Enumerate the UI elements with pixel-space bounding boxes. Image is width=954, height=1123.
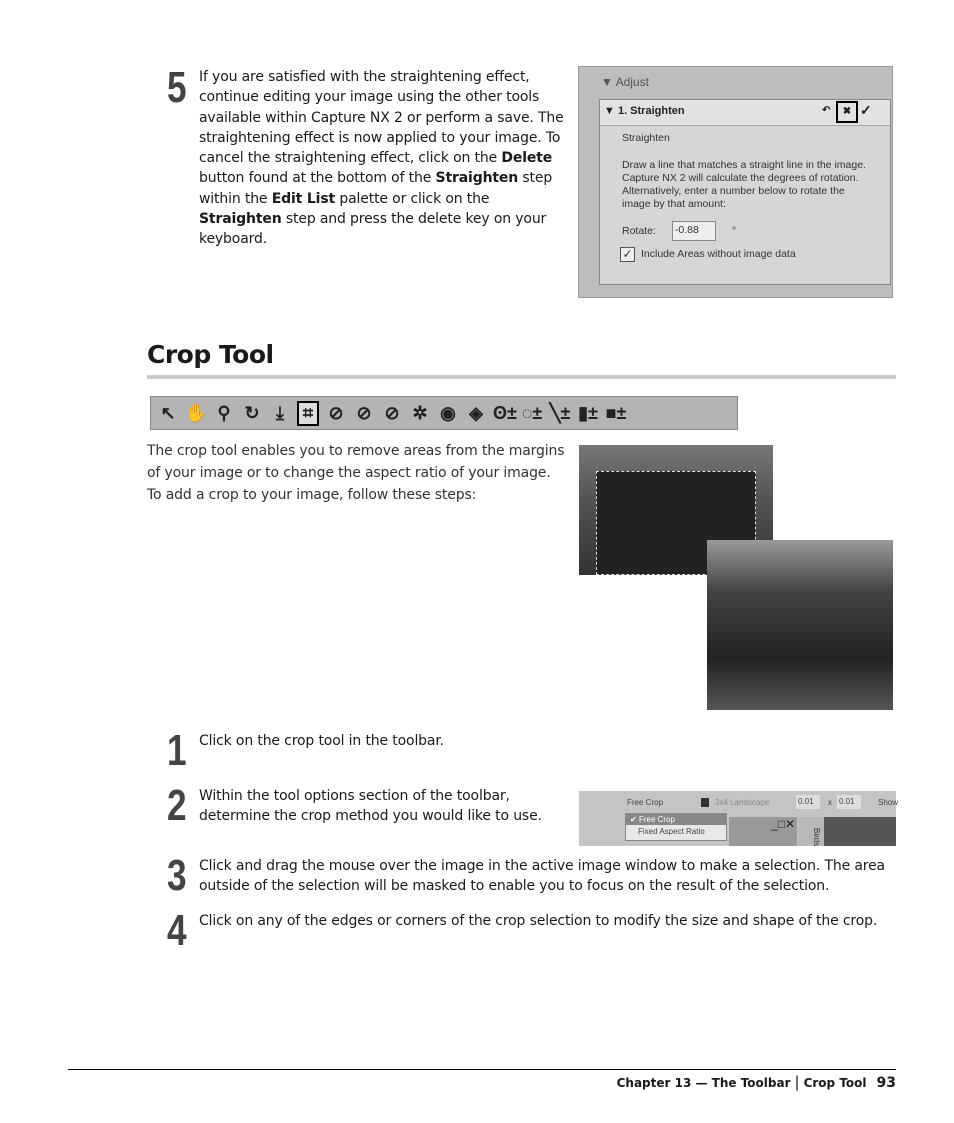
footer: Chapter 13 — The Toolbar | Crop Tool 93: [616, 1073, 896, 1091]
step-text: Click on any of the edges or corners of …: [199, 913, 878, 929]
desc: Capture NX 2 will calculate the degrees …: [622, 172, 859, 210]
brush-icon[interactable]: ╲±: [549, 403, 571, 424]
red-eye-icon[interactable]: ✲: [409, 403, 431, 424]
auto-retouch-icon[interactable]: ◈: [465, 403, 487, 424]
footer-section: Crop Tool: [803, 1076, 867, 1090]
x-label: x: [828, 798, 832, 807]
toolbar: ↖ ✋ ⚲ ↻ ⤓ ⌗ ⊘ ⊘ ⊘ ✲ ◉ ◈ ʘ± ◌± ╲± ▮± ■±: [150, 396, 738, 430]
neutral-point-icon[interactable]: ⊘: [353, 403, 375, 424]
step-5-text: If you are satisfied with the straighten…: [199, 69, 564, 248]
unit: °: [731, 224, 737, 237]
step-number: 5: [167, 63, 187, 112]
desc: Draw a line that matches a straight line…: [622, 159, 866, 171]
page-title: Crop Tool: [147, 340, 274, 369]
lasso-icon[interactable]: ʘ±: [493, 403, 517, 424]
footer-chapter: Chapter 13 — The Toolbar: [616, 1076, 791, 1090]
window-controls[interactable]: _□✕: [729, 817, 797, 846]
straighten-icon[interactable]: ⤓: [269, 403, 291, 424]
step-number: 1: [167, 726, 187, 775]
edit-list-panel: ▼ Adjust ▼ 1. Straighten ↶ ✖ ✓ Straighte…: [578, 66, 893, 298]
step-text: Click and drag the mouse over the image …: [199, 858, 885, 895]
fill-icon[interactable]: ■±: [605, 403, 627, 424]
step-number: 2: [167, 781, 187, 830]
footer-rule: [68, 1069, 896, 1070]
show-checkbox[interactable]: Show: [878, 798, 898, 807]
rotate-label: Rotate:: [622, 224, 656, 237]
step-number: 3: [167, 851, 187, 900]
checkbox-label: Include Areas without image data: [641, 248, 796, 260]
checkmark-icon[interactable]: ✓: [860, 102, 872, 119]
reset-icon[interactable]: ↶: [822, 105, 830, 116]
rotate-icon[interactable]: ↻: [241, 403, 263, 424]
page-number: 93: [876, 1075, 896, 1091]
divider: [147, 375, 896, 379]
step-label: 1. Straighten: [617, 105, 685, 117]
white-point-icon[interactable]: ⊘: [381, 403, 403, 424]
black-point-icon[interactable]: ⊘: [325, 403, 347, 424]
rotate-input[interactable]: -0.88: [671, 221, 716, 241]
crop-method-dropdown[interactable]: Free Crop: [627, 798, 709, 807]
side-palette-label[interactable]: Birds: [812, 828, 821, 846]
straighten-step[interactable]: ▼ 1. Straighten ↶ ✖ ✓: [600, 100, 890, 126]
include-areas-checkbox[interactable]: ✓: [620, 247, 635, 262]
intro-text: The crop tool enables you to remove area…: [147, 443, 565, 503]
zoom-icon[interactable]: ⚲: [213, 403, 235, 424]
hand-icon[interactable]: ✋: [185, 403, 207, 424]
crop-icon[interactable]: ⌗: [297, 400, 319, 426]
polygon-lasso-icon[interactable]: ◌±: [521, 403, 543, 424]
sub-label: Straighten: [622, 132, 670, 144]
adjust-section[interactable]: ▼ Adjust: [601, 75, 649, 89]
crop-options-bar: Free Crop 3x4 Landscape 0.01 x 0.01 Show…: [579, 791, 898, 846]
section-label: Adjust: [615, 75, 649, 89]
delete-button[interactable]: ✖: [836, 101, 858, 123]
arrow-icon[interactable]: ↖: [157, 403, 179, 424]
preset-dropdown[interactable]: 3x4 Landscape: [715, 798, 793, 807]
width-input[interactable]: 0.01: [796, 795, 820, 809]
step-text: Click on the crop tool in the toolbar.: [199, 733, 444, 749]
height-input[interactable]: 0.01: [837, 795, 861, 809]
option-free-crop[interactable]: ✔ Free Crop: [626, 814, 726, 825]
gradient-icon[interactable]: ▮±: [577, 403, 599, 424]
option-fixed-aspect[interactable]: Fixed Aspect Ratio: [626, 825, 726, 838]
photo-after: [707, 540, 893, 710]
eye-icon[interactable]: ◉: [437, 403, 459, 424]
step-text: Within the tool options section of the t…: [199, 788, 542, 825]
step-number: 4: [167, 906, 187, 955]
